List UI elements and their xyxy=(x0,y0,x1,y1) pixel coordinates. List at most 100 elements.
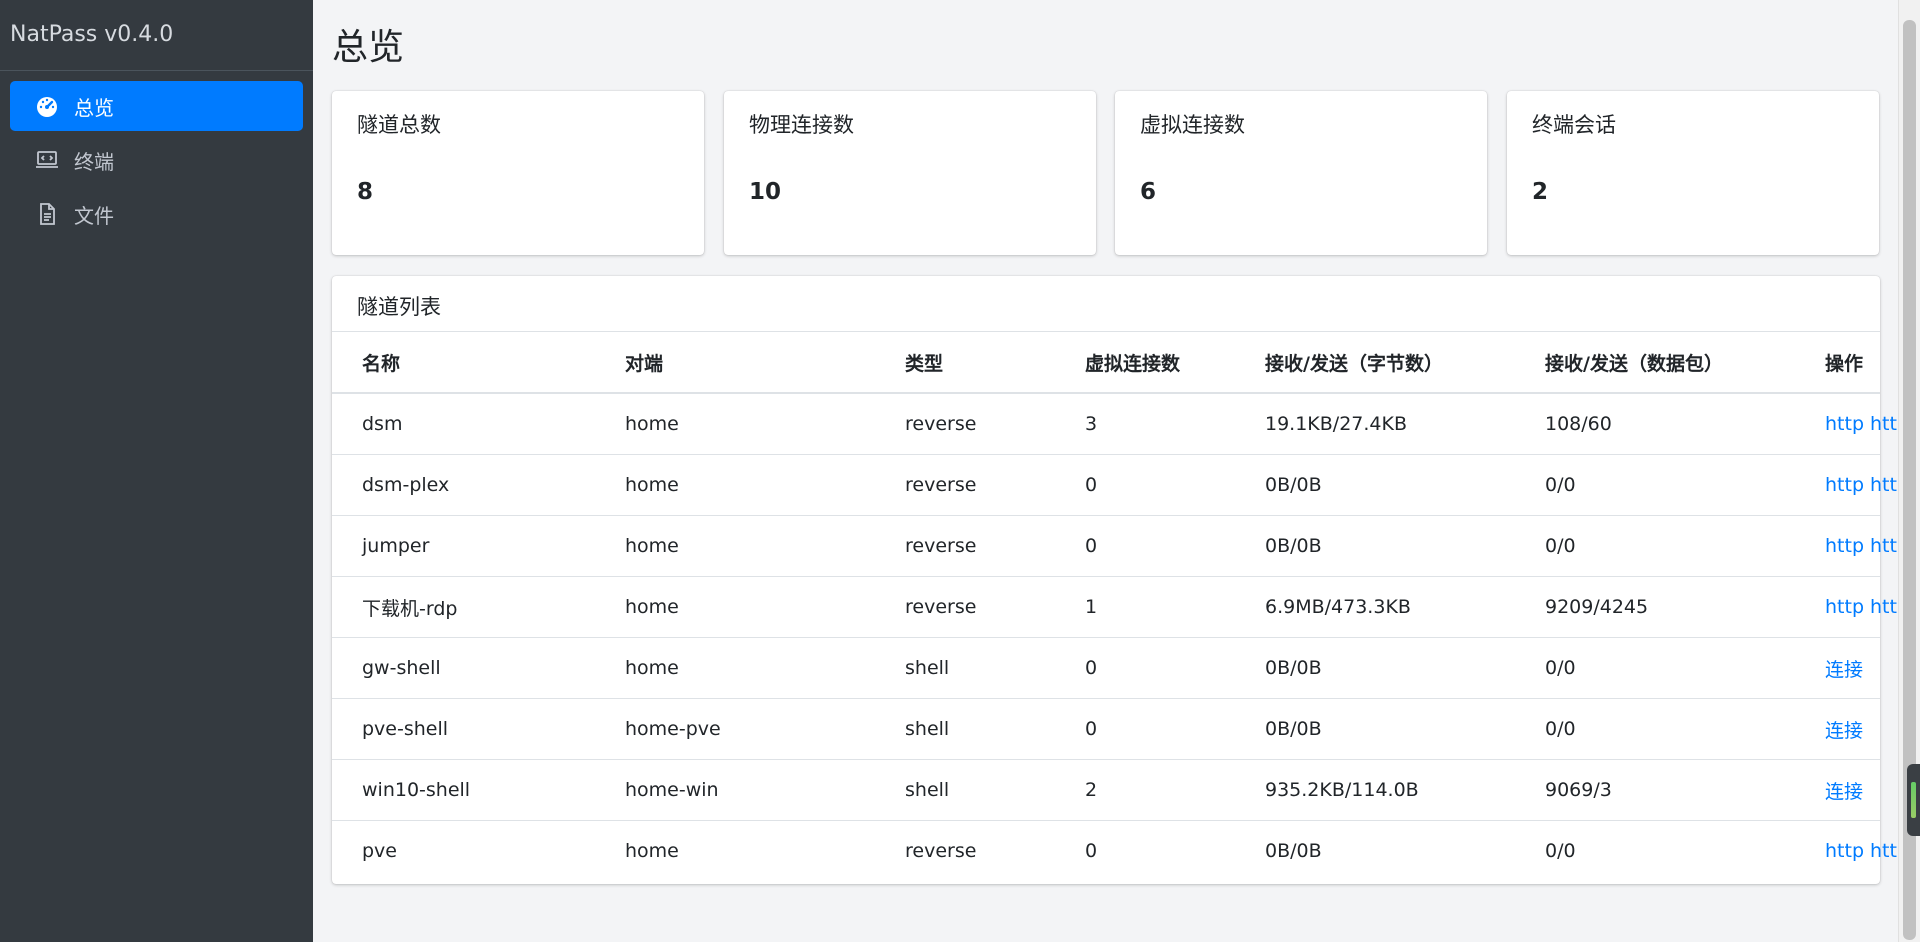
sidebar-item-overview[interactable]: 总览 xyxy=(10,81,303,131)
table-row: dsm-plex home reverse 0 0B/0B 0/0 http https xyxy=(332,454,1919,516)
cell-virtual-connections: 3 xyxy=(1055,393,1235,455)
cell-name: pve-shell xyxy=(332,698,595,760)
table-row: 下载机-rdp home reverse 1 6.9MB/473.3KB 9209/424… xyxy=(332,576,1919,638)
cell-peer: home-win xyxy=(595,759,875,821)
cell-bytes: 6.9MB/473.3KB xyxy=(1235,576,1515,638)
sidebar-nav: 总览 终端 文件 xyxy=(0,81,313,239)
cell-bytes: 0B/0B xyxy=(1235,515,1515,577)
cell-bytes: 19.1KB/27.4KB xyxy=(1235,393,1515,455)
column-header-packets: 接收/发送（数据包） xyxy=(1515,332,1795,394)
stat-label: 虚拟连接数 xyxy=(1140,113,1245,137)
cell-actions: 连接 xyxy=(1795,637,1880,699)
cell-packets: 108/60 xyxy=(1515,393,1795,455)
stat-label: 隧道总数 xyxy=(357,113,441,137)
cell-type: reverse xyxy=(875,454,1055,516)
column-header-type: 类型 xyxy=(875,332,1055,394)
stat-card-tunnels: 隧道总数 8 xyxy=(332,91,704,255)
cell-actions: 连接 xyxy=(1795,759,1880,821)
cell-peer: home xyxy=(595,515,875,577)
cell-peer: home xyxy=(595,393,875,455)
stat-card-virtual-connections: 虚拟连接数 6 xyxy=(1115,91,1487,255)
cell-peer: home-pve xyxy=(595,698,875,760)
cell-bytes: 935.2KB/114.0B xyxy=(1235,759,1515,821)
cell-virtual-connections: 2 xyxy=(1055,759,1235,821)
cell-type: shell xyxy=(875,698,1055,760)
table-row: jumper home reverse 0 0B/0B 0/0 http https xyxy=(332,515,1919,577)
cell-bytes: 0B/0B xyxy=(1235,698,1515,760)
tunnel-list-title: 隧道列表 xyxy=(332,276,1880,332)
cell-type: reverse xyxy=(875,576,1055,638)
cell-virtual-connections: 0 xyxy=(1055,698,1235,760)
column-header-actions: 操作 xyxy=(1795,332,1880,394)
sidebar-item-label: 总览 xyxy=(74,95,114,120)
stat-value: 10 xyxy=(749,179,782,205)
http-link[interactable]: http xyxy=(1825,413,1864,435)
sidebar: NatPass v0.4.0 总览 终端 文件 xyxy=(0,0,313,942)
cell-peer: home xyxy=(625,840,679,862)
cell-name: win10-shell xyxy=(332,759,595,821)
cell-type: shell xyxy=(875,637,1055,699)
column-header-virtual-connections: 虚拟连接数 xyxy=(1055,332,1235,394)
cell-bytes: 0B/0B xyxy=(1265,840,1322,862)
sidebar-item-label: 文件 xyxy=(74,203,114,228)
cell-packets: 9069/3 xyxy=(1515,759,1795,821)
stat-label: 物理连接数 xyxy=(749,113,854,137)
column-header-peer: 对端 xyxy=(595,332,875,394)
cell-type: shell xyxy=(875,759,1055,821)
http-link[interactable]: http xyxy=(1825,474,1864,496)
cell-type: reverse xyxy=(875,393,1055,455)
stat-value: 2 xyxy=(1532,179,1549,205)
level-meter-icon xyxy=(1911,782,1916,818)
cell-actions: http https xyxy=(1795,821,1919,882)
cell-virtual-connections: 1 xyxy=(1055,576,1235,638)
brand-title: NatPass v0.4.0 xyxy=(0,0,313,71)
sidebar-item-label: 终端 xyxy=(74,149,114,174)
cell-name: gw-shell xyxy=(332,637,595,699)
connect-link[interactable]: 连接 xyxy=(1825,781,1863,803)
sidebar-item-terminal[interactable]: 终端 xyxy=(10,135,303,185)
cell-virtual-connections: 0 xyxy=(1055,637,1235,699)
table-row: pve-shell home-pve shell 0 0B/0B 0/0 连接 xyxy=(332,698,1880,760)
cell-name: 下载机-rdp xyxy=(332,576,595,638)
cell-packets: 0/0 xyxy=(1515,637,1795,699)
http-link[interactable]: http xyxy=(1825,840,1864,862)
cell-actions: http https xyxy=(1795,454,1919,516)
table-header-row: 名称 对端 类型 虚拟连接数 接收/发送（字节数） 接收/发送（数据包） 操作 xyxy=(332,332,1880,394)
cell-packets: 9209/4245 xyxy=(1515,576,1795,638)
stat-label: 终端会话 xyxy=(1532,113,1616,137)
cell-name: jumper xyxy=(332,515,595,577)
sidebar-item-files[interactable]: 文件 xyxy=(10,189,303,239)
cell-name: dsm-plex xyxy=(332,454,595,516)
connect-link[interactable]: 连接 xyxy=(1825,720,1863,742)
cell-packets: 0/0 xyxy=(1515,698,1795,760)
table-row: dsm home reverse 3 19.1KB/27.4KB 108/60 http ht… xyxy=(332,393,1919,455)
side-widget-handle[interactable] xyxy=(1907,764,1920,836)
table-row: pve home reverse 0 0B/0B 0/0 http https xyxy=(332,821,1919,882)
cell-peer: home xyxy=(595,576,875,638)
tunnel-table: 名称 对端 类型 虚拟连接数 接收/发送（字节数） 接收/发送（数据包） 操作 … xyxy=(332,332,1919,882)
cell-actions: http https xyxy=(1795,576,1919,638)
cell-type: reverse xyxy=(905,840,977,862)
cell-peer: home xyxy=(595,637,875,699)
cell-virtual-connections: 0 xyxy=(1055,515,1235,577)
cell-type: reverse xyxy=(875,515,1055,577)
tunnel-list-card: 隧道列表 名称 对端 类型 虚拟连接数 接收/发送（字节数） 接收/发送（数据包… xyxy=(332,276,1919,884)
http-link[interactable]: http xyxy=(1825,535,1864,557)
http-link[interactable]: http xyxy=(1825,596,1864,618)
stat-card-terminal-sessions: 终端会话 2 xyxy=(1507,91,1879,255)
page-title: 总览 xyxy=(332,27,405,68)
cell-actions: 连接 xyxy=(1795,698,1880,760)
stat-card-physical-connections: 物理连接数 10 xyxy=(724,91,1096,255)
cell-packets: 0/0 xyxy=(1515,515,1795,577)
cell-peer: home xyxy=(595,454,875,516)
dashboard-gauge-icon xyxy=(34,93,60,119)
cell-bytes: 0B/0B xyxy=(1235,637,1515,699)
column-header-bytes: 接收/发送（字节数） xyxy=(1235,332,1515,394)
connect-link[interactable]: 连接 xyxy=(1825,659,1863,681)
file-icon xyxy=(34,201,60,227)
cell-virtual-connections: 0 xyxy=(1055,454,1235,516)
table-row: gw-shell home shell 0 0B/0B 0/0 连接 xyxy=(332,637,1880,699)
cell-name: pve xyxy=(362,840,397,862)
cell-packets: 0/0 xyxy=(1515,454,1795,516)
stat-value: 8 xyxy=(357,179,374,205)
